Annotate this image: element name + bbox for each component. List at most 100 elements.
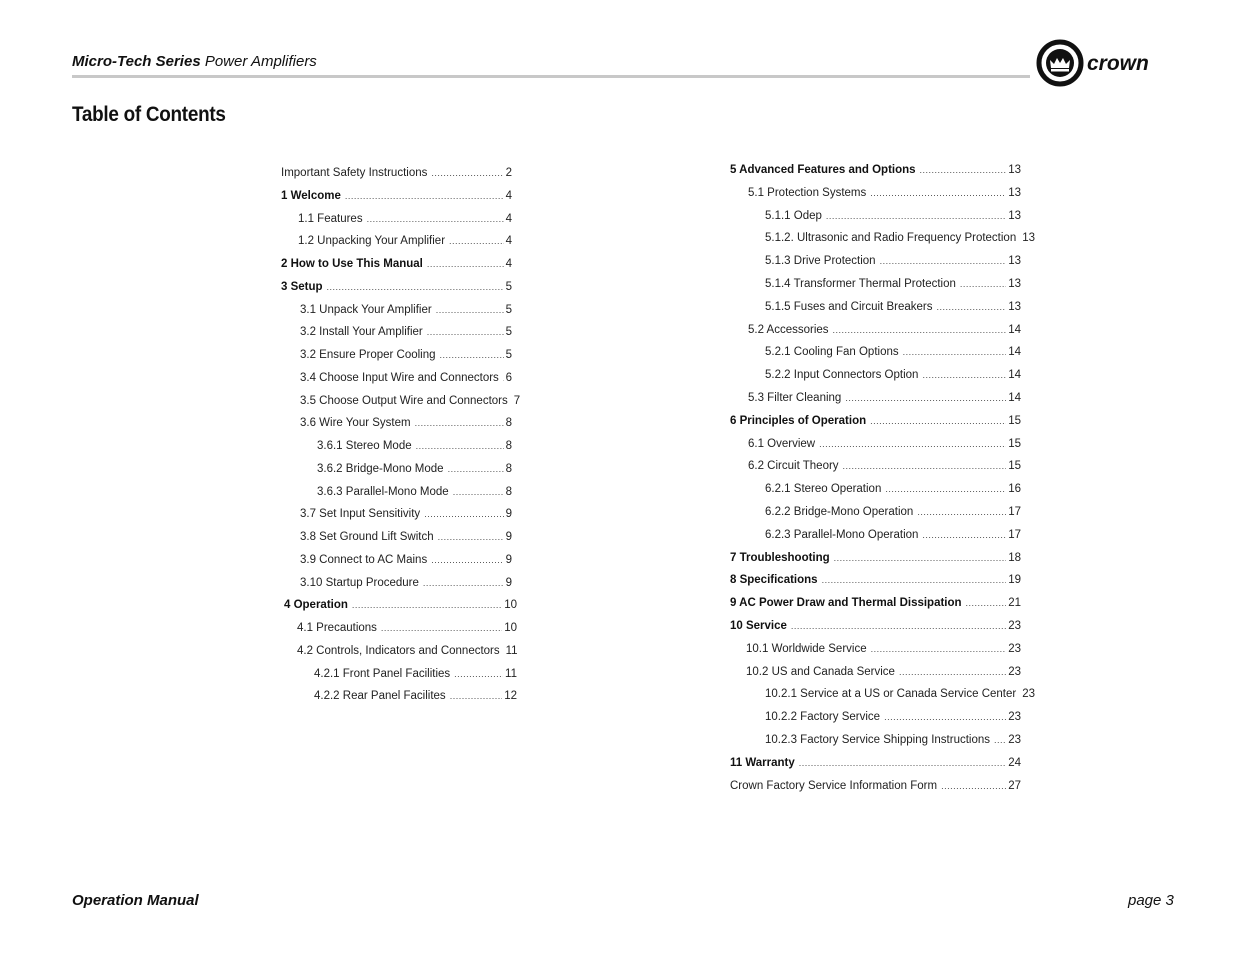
toc-entry[interactable]: 5.1 Protection Systems 13 — [748, 185, 1021, 201]
toc-entry[interactable]: Crown Factory Service Information Form 27 — [730, 778, 1021, 794]
toc-entry-page: 15 — [1008, 460, 1021, 473]
toc-entry[interactable]: 4.2.1 Front Panel Facilities 11 — [314, 666, 517, 682]
toc-entry[interactable]: 10.2.3 Factory Service Shipping Instruct… — [765, 732, 1021, 748]
toc-entry-label: 1.2 Unpacking Your Amplifier — [298, 235, 446, 248]
toc-entry[interactable]: 3.7 Set Input Sensitivity 9 — [300, 506, 512, 522]
toc-entry[interactable]: 3.2 Install Your Amplifier 5 — [300, 324, 512, 340]
toc-entry[interactable]: 3.6.2 Bridge-Mono Mode 8 — [317, 461, 512, 477]
toc-leader-dots — [381, 620, 502, 636]
toc-entry[interactable]: 2 How to Use This Manual 4 — [281, 256, 512, 272]
toc-entry-label: 10 Service — [730, 620, 787, 632]
toc-entry[interactable]: 5.1.3 Drive Protection 13 — [765, 253, 1021, 269]
toc-entry[interactable]: 6 Principles of Operation 15 — [730, 413, 1021, 429]
toc-entry-page: 17 — [1008, 506, 1021, 518]
toc-entry-page: 4 — [505, 212, 512, 225]
toc-entry[interactable]: Important Safety Instructions 2 — [281, 165, 512, 181]
toc-entry[interactable]: 4.2.2 Rear Panel Facilites 12 — [314, 688, 517, 704]
toc-leader-dots — [791, 618, 1006, 634]
toc-entry[interactable]: 1.2 Unpacking Your Amplifier 4 — [298, 233, 512, 249]
toc-entry[interactable]: 6.2.1 Stereo Operation 16 — [765, 481, 1021, 497]
toc-entry[interactable]: 4.2 Controls, Indicators and Connectors 1… — [297, 643, 518, 659]
toc-leader-dots — [903, 344, 1007, 360]
footer-manual-title: Operation Manual — [72, 892, 199, 909]
toc-entry[interactable]: 3.6 Wire Your System 8 — [300, 415, 512, 431]
toc-entry-page: 19 — [1008, 574, 1021, 587]
toc-entry-label: 3.8 Set Ground Lift Switch — [300, 531, 434, 543]
toc-entry[interactable]: 5.2 Accessories 14 — [748, 322, 1021, 338]
toc-entry-page: 14 — [1008, 392, 1021, 404]
toc-leader-dots — [845, 390, 1006, 406]
toc-entry[interactable]: 3.4 Choose Input Wire and Connectors 6 — [300, 370, 512, 386]
toc-entry[interactable]: 3.8 Set Ground Lift Switch 9 — [300, 529, 512, 545]
toc-leader-dots — [423, 575, 504, 591]
toc-leader-dots — [450, 688, 503, 704]
toc-entry-page: 13 — [1008, 186, 1021, 199]
toc-entry-page: 11 — [505, 667, 517, 680]
toc-entry-page: 14 — [1008, 323, 1021, 336]
toc-entry[interactable]: 3.1 Unpack Your Amplifier 5 — [300, 302, 512, 318]
toc-entry[interactable]: 1.1 Features 4 — [298, 211, 512, 227]
toc-entry[interactable]: 10.2 US and Canada Service 23 — [746, 664, 1021, 680]
series-name: Micro-Tech Series — [72, 53, 201, 70]
toc-leader-dots — [503, 370, 504, 386]
toc-leader-dots — [431, 552, 503, 568]
toc-entry[interactable]: 7 Troubleshooting 18 — [730, 550, 1021, 566]
toc-entry-page: 9 — [505, 576, 512, 589]
toc-entry[interactable]: 3 Setup 5 — [281, 279, 512, 295]
toc-entry-page: 18 — [1008, 551, 1021, 564]
toc-leader-dots — [367, 211, 504, 227]
toc-entry[interactable]: 3.6.1 Stereo Mode 8 — [317, 438, 512, 454]
toc-entry-page: 4 — [505, 189, 512, 202]
toc-entry[interactable]: 5.1.5 Fuses and Circuit Breakers 13 — [765, 299, 1021, 315]
toc-entry[interactable]: 6.2.2 Bridge-Mono Operation 17 — [765, 504, 1021, 520]
toc-entry[interactable]: 10.2.2 Factory Service 23 — [765, 709, 1021, 725]
toc-entry[interactable]: 6.2 Circuit Theory 15 — [748, 458, 1021, 474]
toc-entry[interactable]: 5.2.2 Input Connectors Option 14 — [765, 367, 1021, 383]
toc-entry[interactable]: 5.1.2. Ultrasonic and Radio Frequency Pr… — [765, 230, 1035, 246]
toc-entry[interactable]: 5.1.4 Transformer Thermal Protection 13 — [765, 276, 1021, 292]
toc-entry-label: 10.2.3 Factory Service Shipping Instruct… — [765, 734, 991, 746]
toc-entry[interactable]: 3.10 Startup Procedure 9 — [300, 575, 512, 591]
toc-entry-label: 5.1.5 Fuses and Circuit Breakers — [765, 300, 933, 313]
toc-entry[interactable]: 6.1 Overview 15 — [748, 436, 1021, 452]
toc-entry-label: 3.4 Choose Input Wire and Connectors — [300, 371, 499, 384]
toc-entry[interactable]: 9 AC Power Draw and Thermal Dissipation 2… — [730, 595, 1021, 611]
toc-leader-dots — [822, 572, 1007, 588]
toc-entry[interactable]: 3.6.3 Parallel-Mono Mode 8 — [317, 484, 512, 500]
toc-entry-page: 23 — [1008, 711, 1021, 724]
toc-entry[interactable]: 11 Warranty 24 — [730, 755, 1021, 771]
toc-entry[interactable]: 8 Specifications 19 — [730, 572, 1021, 588]
toc-entry-label: 3.1 Unpack Your Amplifier — [300, 303, 432, 316]
toc-entry-label: 6 Principles of Operation — [730, 414, 867, 427]
toc-entry[interactable]: 1 Welcome 4 — [281, 188, 512, 204]
toc-entry-page: 9 — [505, 553, 512, 566]
toc-entry-page: 15 — [1008, 414, 1021, 427]
toc-leader-dots — [440, 347, 504, 363]
toc-entry[interactable]: 4.1 Precautions 10 — [297, 620, 517, 636]
toc-entry-page: 27 — [1008, 779, 1021, 792]
toc-entry-page: 6 — [505, 371, 512, 384]
toc-entry[interactable]: 3.2 Ensure Proper Cooling 5 — [300, 347, 512, 363]
toc-entry-label: 5.2.2 Input Connectors Option — [765, 369, 919, 382]
toc-entry[interactable]: 10.2.1 Service at a US or Canada Service… — [765, 686, 1035, 702]
toc-entry[interactable]: 5.1.1 Odep 13 — [765, 208, 1021, 224]
toc-entry-label: 10.1 Worldwide Service — [746, 642, 867, 655]
toc-entry[interactable]: 6.2.3 Parallel-Mono Operation 17 — [765, 527, 1021, 543]
toc-entry-page: 4 — [505, 235, 512, 248]
toc-entry-page: 9 — [505, 508, 512, 521]
toc-entry-label: 3 Setup — [281, 280, 323, 293]
toc-leader-dots — [819, 436, 1006, 452]
toc-entry[interactable]: 3.9 Connect to AC Mains 9 — [300, 552, 512, 568]
toc-entry[interactable]: 5.2.1 Cooling Fan Options 14 — [765, 344, 1021, 360]
toc-leader-dots — [352, 597, 502, 613]
toc-entry-page: 23 — [1022, 688, 1036, 701]
toc-entry[interactable]: 4 Operation 10 — [284, 597, 517, 613]
toc-entry[interactable]: 5.3 Filter Cleaning 14 — [748, 390, 1021, 406]
toc-entry[interactable]: 10.1 Worldwide Service 23 — [746, 641, 1021, 657]
toc-entry-label: 9 AC Power Draw and Thermal Dissipation — [730, 597, 962, 610]
toc-entry[interactable]: 3.5 Choose Output Wire and Connectors 7 — [300, 393, 520, 409]
toc-entry[interactable]: 10 Service 23 — [730, 618, 1021, 634]
toc-entry[interactable]: 5 Advanced Features and Options 13 — [730, 162, 1021, 178]
toc-entry-label: 3.5 Choose Output Wire and Connectors — [300, 394, 508, 407]
toc-leader-dots — [454, 666, 503, 682]
